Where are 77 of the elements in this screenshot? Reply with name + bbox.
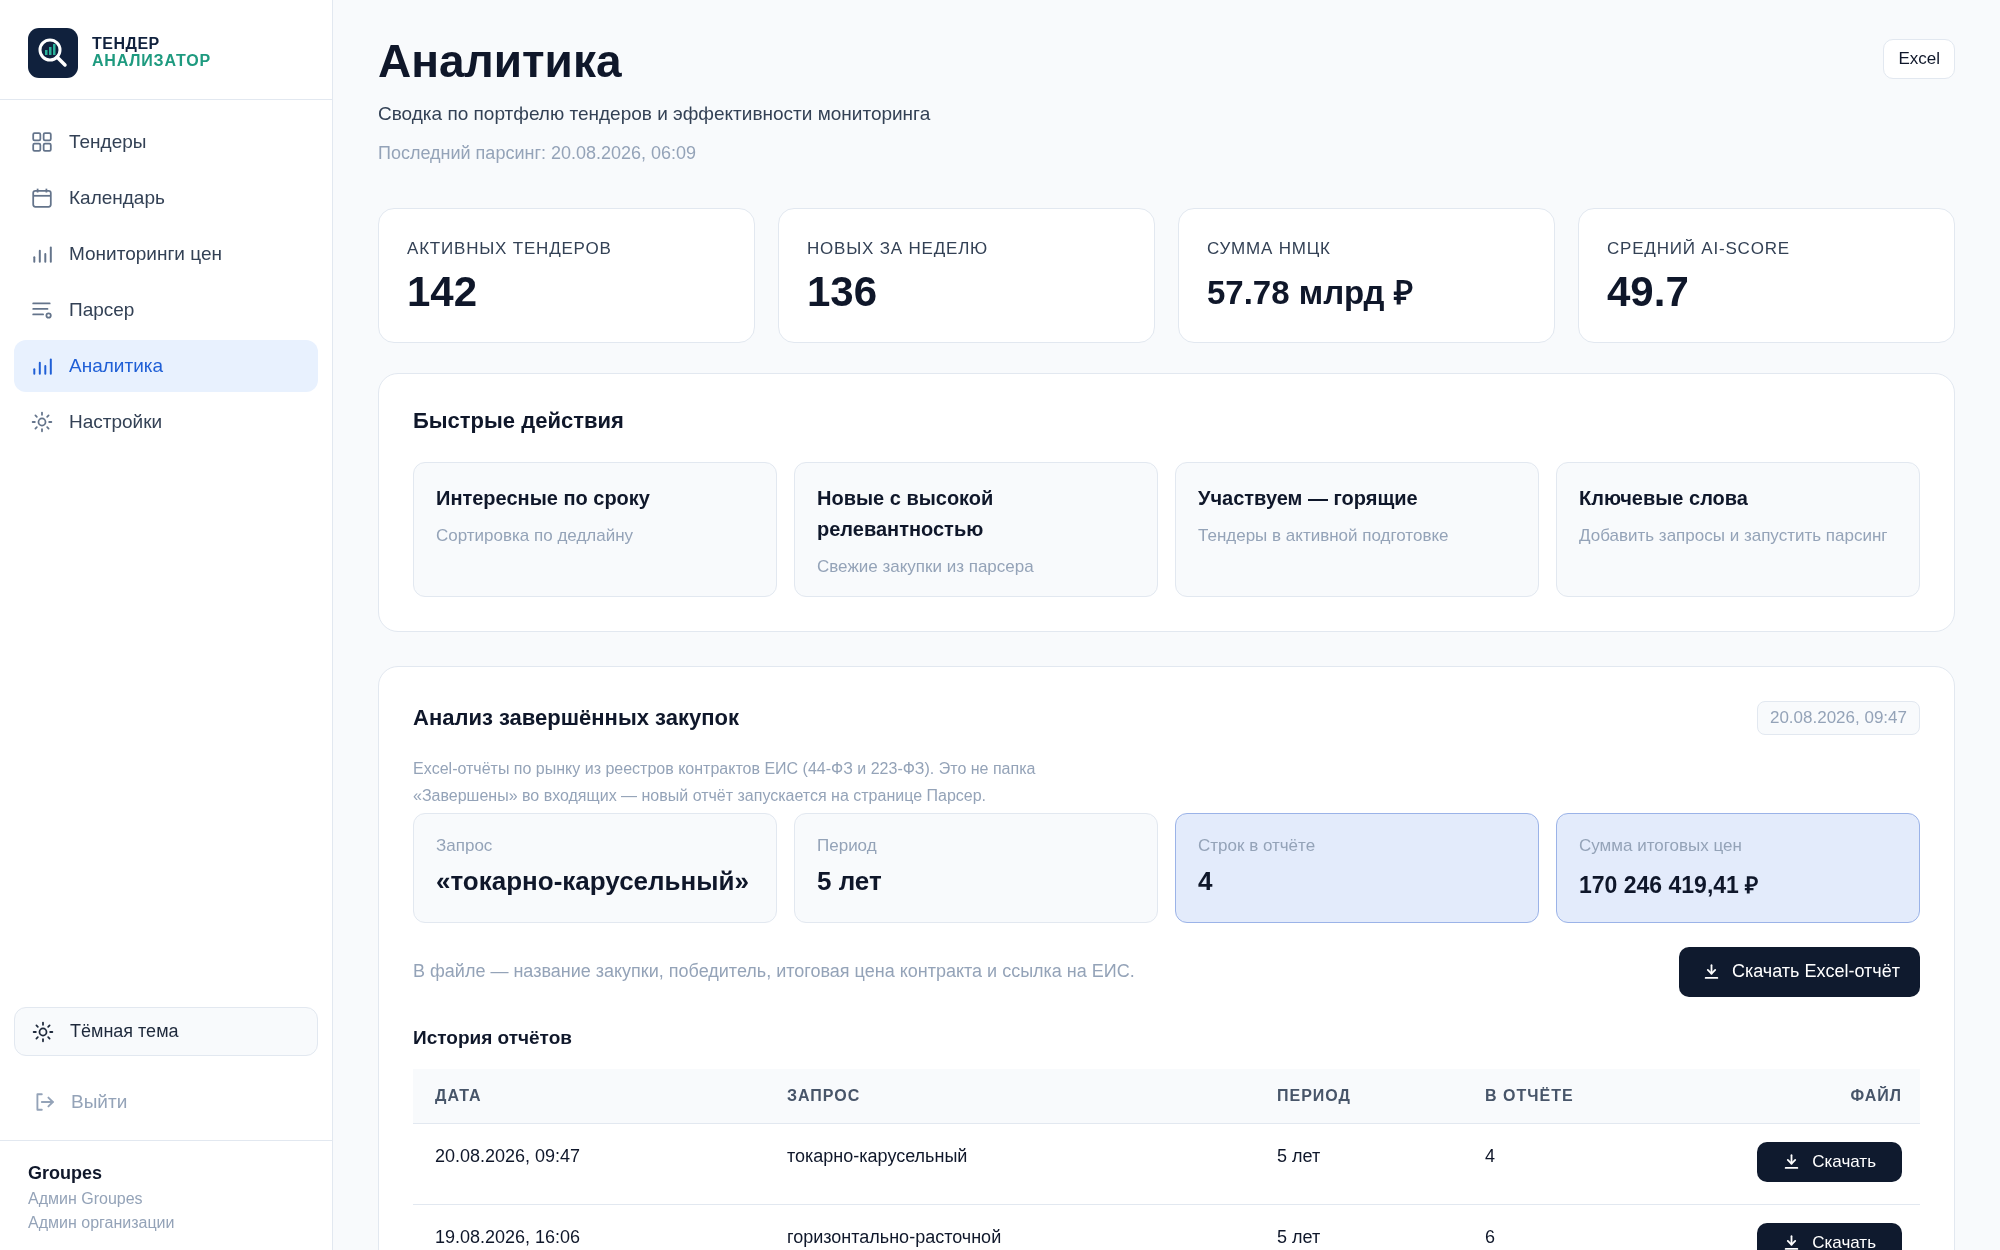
timestamp-badge: 20.08.2026, 09:47 [1756,700,1920,735]
quick-action-card[interactable]: Интересные по сроку Сортировка по дедлайну [413,461,777,597]
action-description: Добавить запросы и запустить парсинг [1579,524,1889,547]
file-note: В файле — название закупки, победитель, итоговая цена контракта и ссылка на ЕИС. [413,961,1135,983]
metric-label: Строк в отчёте [1198,835,1317,856]
download-icon [1783,1153,1801,1171]
column-header: ДАТА [434,1086,483,1105]
table-cell-text: 20.08.2026, 09:47 [434,1144,582,1167]
download-report-button[interactable]: Скачать Excel-отчёт [1679,946,1920,997]
nav-item[interactable]: Тендеры [14,116,318,168]
user-role: Админ Groupes [28,1190,144,1208]
stat-label: СРЕДНИЙ AI-SCORE [1607,238,1791,259]
section-title: Быстрые действия [413,407,625,434]
action-description: Сортировка по дедлайну [436,524,635,547]
organization-name: Groupes [28,1163,103,1184]
column-header: ПЕРИОД [1276,1086,1352,1105]
action-description: Свежие закупки из парсера [817,555,1035,578]
logout-icon [33,1091,55,1113]
metric-label: Запрос [436,835,494,856]
last-parse-time: Последний парсинг: 20.08.2026, 06:09 [378,142,698,164]
metric-value: «токарно-карусельный» [436,865,750,897]
nav-item[interactable]: Календарь [14,172,318,224]
metric-value: 4 [1198,865,1214,897]
download-icon [1703,963,1720,981]
section-description: Excel-отчёты по рынку из реестров контрактов ЕИС (44-ФЗ и 223-ФЗ). Это не папка «Завершены» во входящих — новый отчёт запускается на странице Парсер. [413,758,1037,806]
download-icon [1783,1234,1801,1250]
brand-name: ТЕНДЕР [92,36,161,53]
stat-label: НОВЫХ ЗА НЕДЕЛЮ [807,238,990,259]
action-title: Участвуем — горящие [1198,485,1419,511]
stat-label: АКТИВНЫХ ТЕНДЕРОВ [407,238,613,259]
calendar-icon [31,187,53,209]
section-title: Анализ завершённых закупок [413,704,739,731]
table-cell-text: горизонтально-расточной [786,1225,1003,1248]
nav-item[interactable]: Парсер [14,284,318,336]
table-cell-text: 5 лет [1276,1225,1322,1248]
column-header: ФАЙЛ [1849,1086,1903,1105]
user-role: Админ организации [28,1214,176,1232]
table-cell-text: 19.08.2026, 16:06 [434,1225,582,1248]
action-title: Интересные по сроку [436,485,651,511]
stat-value: 49.7 [1607,268,1690,315]
column-header: В ОТЧЁТЕ [1484,1086,1575,1105]
quick-action-card[interactable]: Ключевые слова Добавить запросы и запустить парсинг [1556,461,1920,597]
metric-value: 170 246 419,41 ₽ [1579,870,1760,900]
quick-action-card[interactable]: Участвуем — горящие Тендеры в активной подготовке [1175,461,1539,597]
stat-value: 136 [807,268,879,315]
excel-export-button[interactable]: Excel [1883,39,1955,79]
logo-icon [28,28,78,78]
bar-chart-icon [31,355,53,377]
nav-item[interactable]: Аналитика [14,340,318,392]
download-button[interactable]: Скачать [1757,1141,1902,1182]
history-title: История отчётов [413,1026,573,1049]
action-title: Ключевые слова [1579,485,1749,511]
table-cell-text: токарно-карусельный [786,1144,969,1167]
page-subtitle: Сводка по портфелю тендеров и эффективности мониторинга [378,102,931,125]
nav-item[interactable]: Мониторинги цен [14,228,318,280]
stat-value: 57.78 млрд ₽ [1207,274,1414,311]
action-description: Тендеры в активной подготовке [1198,524,1450,547]
table-cell-text: 6 [1484,1225,1496,1248]
sun-icon [32,1020,54,1043]
column-header: ЗАПРОС [786,1086,862,1105]
metric-label: Период [817,835,878,856]
quick-action-card[interactable]: Новые с высокой релевантностью Свежие закупки из парсера [794,461,1158,597]
grid-icon [31,131,53,153]
table-cell-text: 4 [1484,1144,1496,1167]
download-button[interactable]: Скачать [1757,1222,1902,1250]
settings-icon [31,411,53,433]
brand-subtitle: АНАЛИЗАТОР [92,53,211,70]
stat-label: СУММА НМЦК [1207,238,1332,259]
nav-item[interactable]: Настройки [14,396,318,448]
table-cell-text: 5 лет [1276,1144,1322,1167]
page-title: Аналитика [378,36,623,87]
metric-value: 5 лет [817,865,883,897]
metric-label: Сумма итоговых цен [1579,835,1743,856]
action-title: Новые с высокой релевантностью [817,485,995,542]
theme-toggle-button[interactable]: Тёмная тема [14,1007,318,1056]
bar-chart-icon [31,243,53,265]
stat-value: 142 [407,268,479,315]
